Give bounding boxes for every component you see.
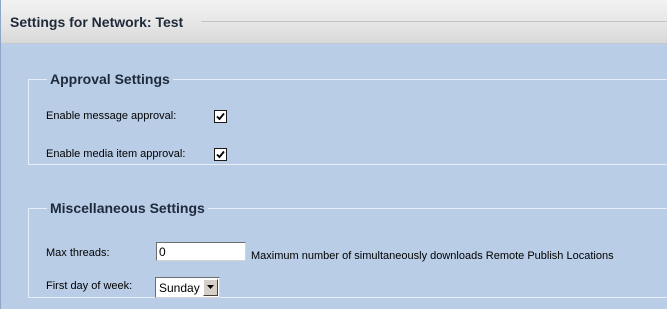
media-approval-label: Enable media item approval: <box>46 148 186 160</box>
max-threads-label: Max threads: <box>46 247 110 259</box>
first-day-selected-value: Sunday <box>159 281 200 295</box>
settings-panel: Settings for Network: Test Approval Sett… <box>0 0 667 309</box>
page-title: Settings for Network: Test <box>10 14 184 30</box>
max-threads-hint: Maximum number of simultaneously downloa… <box>251 250 614 262</box>
first-day-of-week-label: First day of week: <box>46 280 133 292</box>
first-day-of-week-select[interactable]: Sunday <box>155 277 220 298</box>
checkmark-icon <box>216 150 225 159</box>
miscellaneous-settings-legend: Miscellaneous Settings <box>50 200 205 216</box>
media-approval-checkbox[interactable] <box>214 148 227 161</box>
message-approval-checkbox[interactable] <box>214 110 227 123</box>
approval-settings-group: Approval Settings Enable message approva… <box>28 71 667 165</box>
message-approval-label: Enable message approval: <box>46 110 177 122</box>
miscellaneous-settings-group: Miscellaneous Settings Max threads: Maxi… <box>28 200 667 298</box>
chevron-down-icon <box>207 285 214 289</box>
checkmark-icon <box>216 112 225 121</box>
dropdown-button[interactable] <box>203 279 218 296</box>
panel-header: Settings for Network: Test <box>1 0 667 44</box>
max-threads-input[interactable] <box>156 242 246 261</box>
approval-settings-legend: Approval Settings <box>50 71 170 87</box>
header-divider <box>201 21 667 22</box>
